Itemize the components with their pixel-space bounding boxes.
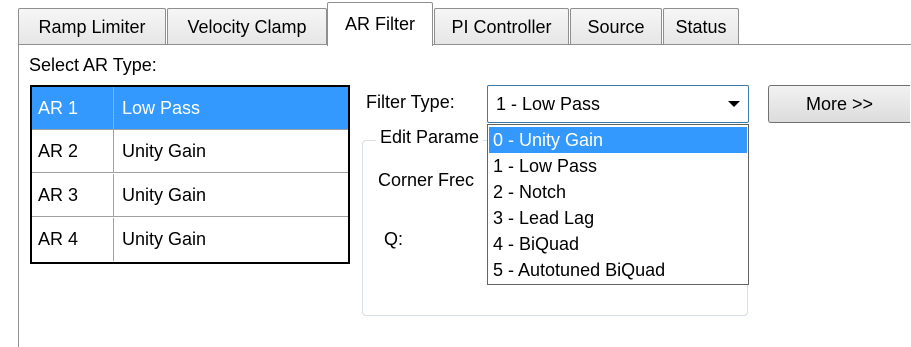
tab-page-border-left	[18, 44, 19, 347]
tab-strip: Ramp Limiter Velocity Clamp AR Filter PI…	[0, 0, 911, 46]
filter-type-label: Filter Type:	[366, 92, 455, 112]
ar-row-name: AR 4	[32, 218, 114, 261]
window-root: Ramp Limiter Velocity Clamp AR Filter PI…	[0, 0, 911, 347]
ar-row-3[interactable]: AR 3 Unity Gain	[32, 174, 348, 217]
tab-source[interactable]: Source	[570, 8, 662, 44]
ar-row-name: AR 3	[32, 174, 114, 216]
ar-row-type: Unity Gain	[122, 229, 207, 249]
edit-parameters-title: Edit Parame	[376, 127, 484, 148]
dropdown-option-unity-gain[interactable]: 0 - Unity Gain	[489, 127, 747, 153]
ar-row-4[interactable]: AR 4 Unity Gain	[32, 218, 348, 261]
filter-type-value: 1 - Low Pass	[496, 94, 601, 114]
dropdown-option-lead-lag[interactable]: 3 - Lead Lag	[489, 205, 747, 231]
tab-ramp-limiter[interactable]: Ramp Limiter	[18, 8, 166, 44]
q-label: Q:	[384, 229, 404, 249]
tab-pi-controller[interactable]: PI Controller	[434, 8, 569, 44]
ar-row-name: AR 2	[32, 130, 114, 172]
dropdown-option-low-pass[interactable]: 1 - Low Pass	[489, 153, 747, 179]
corner-frequency-label: Corner Frec	[378, 170, 475, 190]
tab-status[interactable]: Status	[663, 8, 739, 44]
ar-row-type: Unity Gain	[122, 185, 207, 205]
ar-row-type: Unity Gain	[122, 141, 207, 161]
dropdown-option-autotuned-biquad[interactable]: 5 - Autotuned BiQuad	[489, 257, 747, 283]
ar-type-list[interactable]: AR 1 Low Pass AR 2 Unity Gain AR 3 Unity…	[30, 85, 350, 264]
dropdown-option-notch[interactable]: 2 - Notch	[489, 179, 747, 205]
select-ar-type-label: Select AR Type:	[29, 55, 157, 75]
ar-row-type: Low Pass	[122, 98, 201, 118]
filter-type-dropdown-list[interactable]: 0 - Unity Gain 1 - Low Pass 2 - Notch 3 …	[487, 124, 749, 285]
ar-row-name: AR 1	[32, 87, 114, 129]
ar-row-2[interactable]: AR 2 Unity Gain	[32, 130, 348, 173]
filter-type-combobox[interactable]: 1 - Low Pass	[487, 85, 749, 123]
dropdown-option-biquad[interactable]: 4 - BiQuad	[489, 231, 747, 257]
ar-row-1[interactable]: AR 1 Low Pass	[32, 87, 348, 130]
more-button[interactable]: More >>	[768, 85, 910, 123]
chevron-down-icon[interactable]	[728, 101, 740, 107]
tab-velocity-clamp[interactable]: Velocity Clamp	[167, 8, 327, 44]
tab-ar-filter[interactable]: AR Filter	[327, 2, 433, 46]
tab-page-border-top	[18, 44, 911, 45]
